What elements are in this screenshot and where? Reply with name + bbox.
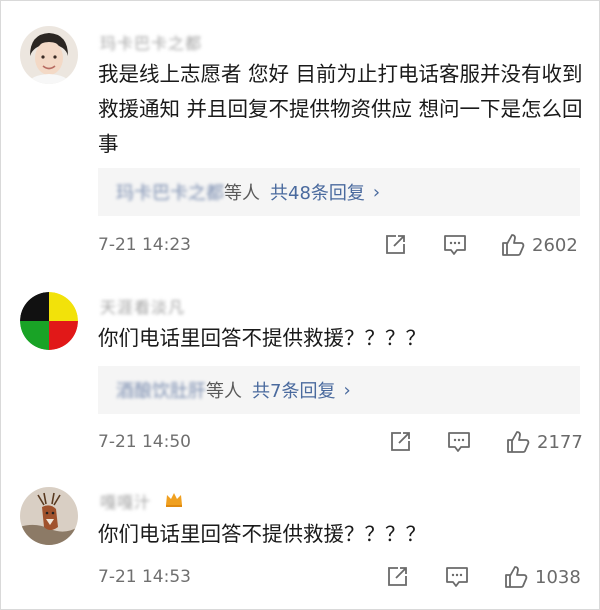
avatar[interactable] bbox=[20, 292, 78, 350]
username[interactable]: 嘎嘎汁 bbox=[100, 489, 151, 513]
like-count: 2177 bbox=[537, 431, 583, 453]
share-button[interactable] bbox=[383, 233, 407, 257]
like-button[interactable]: 1038 bbox=[503, 564, 581, 590]
reply-suffix: 等人 bbox=[224, 183, 260, 204]
reply-names: 酒酿饮肚肝 bbox=[116, 381, 206, 402]
share-button[interactable] bbox=[388, 430, 412, 454]
avatar[interactable] bbox=[20, 26, 78, 84]
comment-text: 我是线上志愿者 您好 目前为止打电话客服并没有收到救援通知 并且回复不提供物资供… bbox=[98, 62, 583, 156]
like-button[interactable]: 2177 bbox=[505, 429, 583, 455]
share-icon bbox=[388, 567, 407, 586]
comment-button[interactable] bbox=[444, 565, 470, 589]
comment-icon bbox=[448, 432, 470, 452]
thumbs-up-icon bbox=[502, 234, 525, 256]
reply-names: 玛卡巴卡之都 bbox=[116, 183, 224, 204]
share-button[interactable] bbox=[385, 565, 409, 589]
comment-icon bbox=[446, 567, 468, 587]
person-avatar-image bbox=[20, 26, 78, 84]
comment-button[interactable] bbox=[442, 233, 468, 257]
share-icon bbox=[391, 432, 410, 451]
like-button[interactable]: 2602 bbox=[500, 232, 578, 258]
four-color-avatar-image bbox=[20, 292, 78, 350]
deer-avatar-image bbox=[20, 487, 78, 545]
comment-icon bbox=[444, 235, 466, 255]
username[interactable]: 玛卡巴卡之都 bbox=[100, 30, 202, 54]
reply-count[interactable]: 共48条回复 bbox=[270, 179, 365, 205]
reply-suffix: 等人 bbox=[206, 381, 242, 402]
reply-summary[interactable]: 酒酿饮肚肝 等人 共7条回复 › bbox=[98, 366, 580, 414]
reply-summary[interactable]: 玛卡巴卡之都 等人 共48条回复 › bbox=[98, 168, 580, 216]
like-count: 2602 bbox=[532, 234, 578, 256]
timestamp: 7-21 14:53 bbox=[98, 567, 191, 587]
share-icon bbox=[386, 235, 405, 254]
comment-text: 你们电话里回答不提供救援？？？？ bbox=[98, 522, 426, 546]
reply-count[interactable]: 共7条回复 bbox=[252, 377, 335, 403]
like-count: 1038 bbox=[535, 566, 581, 588]
thumbs-up-icon bbox=[505, 566, 528, 588]
timestamp: 7-21 14:50 bbox=[98, 432, 191, 452]
thumbs-up-icon bbox=[507, 431, 530, 453]
username[interactable]: 天涯看淡凡 bbox=[100, 294, 185, 318]
timestamp: 7-21 14:23 bbox=[98, 235, 191, 255]
chevron-right-icon: › bbox=[343, 379, 351, 401]
comment-button[interactable] bbox=[446, 430, 472, 454]
comment-text: 你们电话里回答不提供救援？？？？ bbox=[98, 326, 426, 350]
crown-icon bbox=[166, 493, 182, 507]
chevron-right-icon: › bbox=[372, 181, 381, 203]
avatar[interactable] bbox=[20, 487, 78, 545]
